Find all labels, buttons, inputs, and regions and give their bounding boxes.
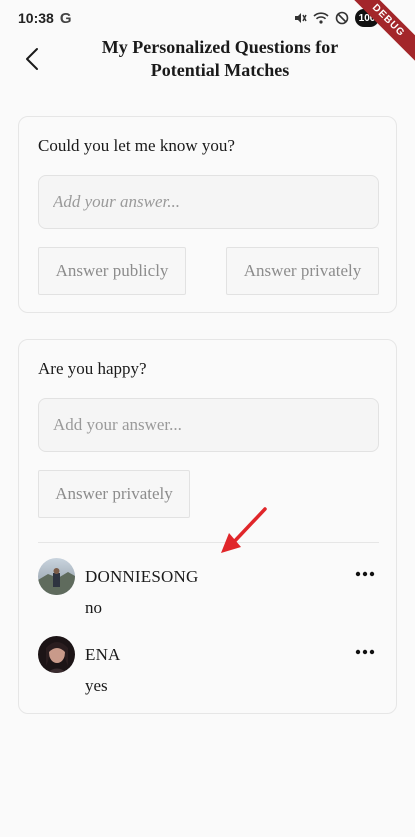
status-bar: 10:38 G 100 xyxy=(0,0,415,36)
question-text: Could you let me know you? xyxy=(38,136,235,155)
do-not-disturb-icon xyxy=(335,11,349,25)
status-left: 10:38 G xyxy=(18,10,71,27)
more-options-button[interactable] xyxy=(351,562,379,586)
answer-privately-button[interactable]: Answer privately xyxy=(38,470,190,518)
status-time: 10:38 xyxy=(18,10,54,26)
wifi-icon xyxy=(313,12,329,24)
divider xyxy=(38,542,379,543)
reply-item: DONNIESONG no xyxy=(38,558,379,628)
donniesong-avatar-icon xyxy=(38,558,75,595)
question-text: Are you happy? xyxy=(38,359,147,378)
question-card: Are you happy? Answer privately DONNIESO… xyxy=(18,339,397,714)
reply-username[interactable]: DONNIESONG xyxy=(85,567,198,587)
mute-icon xyxy=(295,13,307,23)
question-card: Could you let me know you? Answer public… xyxy=(18,116,397,313)
back-button[interactable] xyxy=(20,44,44,74)
answer-input[interactable] xyxy=(38,175,379,229)
red-arrow-annotation-icon xyxy=(221,507,267,553)
reply-answer: yes xyxy=(85,676,108,695)
google-icon: G xyxy=(59,9,72,27)
avatar[interactable] xyxy=(38,558,75,595)
more-dots-icon xyxy=(355,571,375,577)
page-title: My Personalized Questions for Potential … xyxy=(101,37,339,80)
avatar[interactable] xyxy=(38,636,75,673)
back-chevron-icon xyxy=(26,48,38,70)
answer-input[interactable] xyxy=(38,398,379,452)
reply-answer: no xyxy=(85,598,102,617)
app-header: My Personalized Questions for Potential … xyxy=(0,34,415,84)
more-dots-icon xyxy=(355,649,375,655)
more-options-button[interactable] xyxy=(351,640,379,664)
answer-publicly-button[interactable]: Answer publicly xyxy=(38,247,186,295)
reply-item: ENA yes xyxy=(38,636,379,706)
answer-privately-button[interactable]: Answer privately xyxy=(226,247,379,295)
reply-username[interactable]: ENA xyxy=(85,645,121,665)
ena-avatar-icon xyxy=(38,636,75,673)
